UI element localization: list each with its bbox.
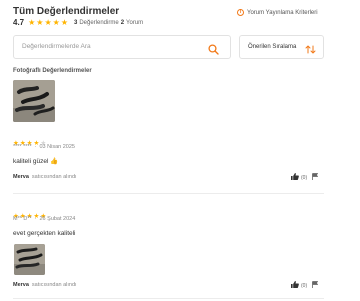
comment-count-label: Yorum [126, 19, 144, 26]
reviewer-name: **** **** [13, 144, 32, 150]
review-comment: kaliteli güzel 👍 [13, 158, 59, 165]
sort-label: Önerilen Sıralama [248, 44, 297, 50]
rating-summary: 4.7 ★ ★ ★ ★ ★ 3 Değerlendirme 2 Yorum [13, 18, 143, 27]
review-date: 26 Şubat 2024 [39, 216, 76, 222]
review-comment: evet gerçekten kaliteli [13, 230, 76, 237]
review-seller: Merva satıcısından alındı [13, 282, 77, 288]
review-photo[interactable] [14, 244, 45, 275]
sort-select[interactable]: Önerilen Sıralama [239, 35, 324, 59]
review-date: 03 Nisan 2025 [39, 144, 75, 150]
like-count: (0) [301, 174, 308, 181]
flag-icon[interactable] [312, 173, 319, 182]
search-input[interactable] [22, 43, 202, 50]
star-icon: ★ [44, 17, 52, 27]
review-actions: (0) [291, 281, 319, 290]
flag-icon[interactable] [312, 281, 319, 290]
review-seller: Merva satıcısından alındı [13, 174, 77, 180]
info-icon: i [237, 9, 244, 16]
review-photo[interactable] [13, 80, 55, 122]
star-icon: ★ [60, 17, 68, 27]
page-title: Tüm Değerlendirmeler [13, 6, 120, 17]
rating-count-label: Değerlendirme [79, 19, 119, 26]
like-count: (0) [301, 282, 308, 289]
average-stars: ★ ★ ★ ★ ★ [28, 17, 69, 27]
star-icon: ★ [36, 17, 44, 27]
review-actions: (0) [291, 173, 319, 182]
photo-reviews-heading: Fotoğraflı Değerlendirmeler [13, 68, 92, 74]
rating-count: 3 [73, 19, 78, 26]
comment-count: 2 [120, 19, 125, 26]
criteria-link-label: Yorum Yayınlama Kriterleri [247, 9, 318, 16]
review-divider [13, 193, 324, 194]
search-icon[interactable] [208, 42, 219, 60]
star-icon: ★ [52, 17, 60, 27]
star-icon: ★ [28, 17, 36, 27]
criteria-link[interactable]: i Yorum Yayınlama Kriterleri [237, 9, 318, 16]
seller-text: satıcısından alındı [31, 282, 77, 288]
search-box [13, 35, 231, 59]
thumbs-up-icon[interactable] [291, 173, 299, 182]
thumbs-up-icon[interactable] [291, 281, 299, 290]
review-meta: M** D** · 26 Şubat 2024 [13, 216, 76, 222]
reviewer-name: M** D** [13, 216, 32, 222]
review-divider [13, 298, 324, 299]
review-author: Merva [13, 174, 29, 180]
seller-text: satıcısından alındı [31, 174, 77, 180]
review-meta: **** **** · 03 Nisan 2025 [13, 144, 75, 150]
average-rating: 4.7 [13, 18, 25, 27]
review-author: Merva [13, 282, 29, 288]
sort-arrows-icon [305, 42, 316, 60]
